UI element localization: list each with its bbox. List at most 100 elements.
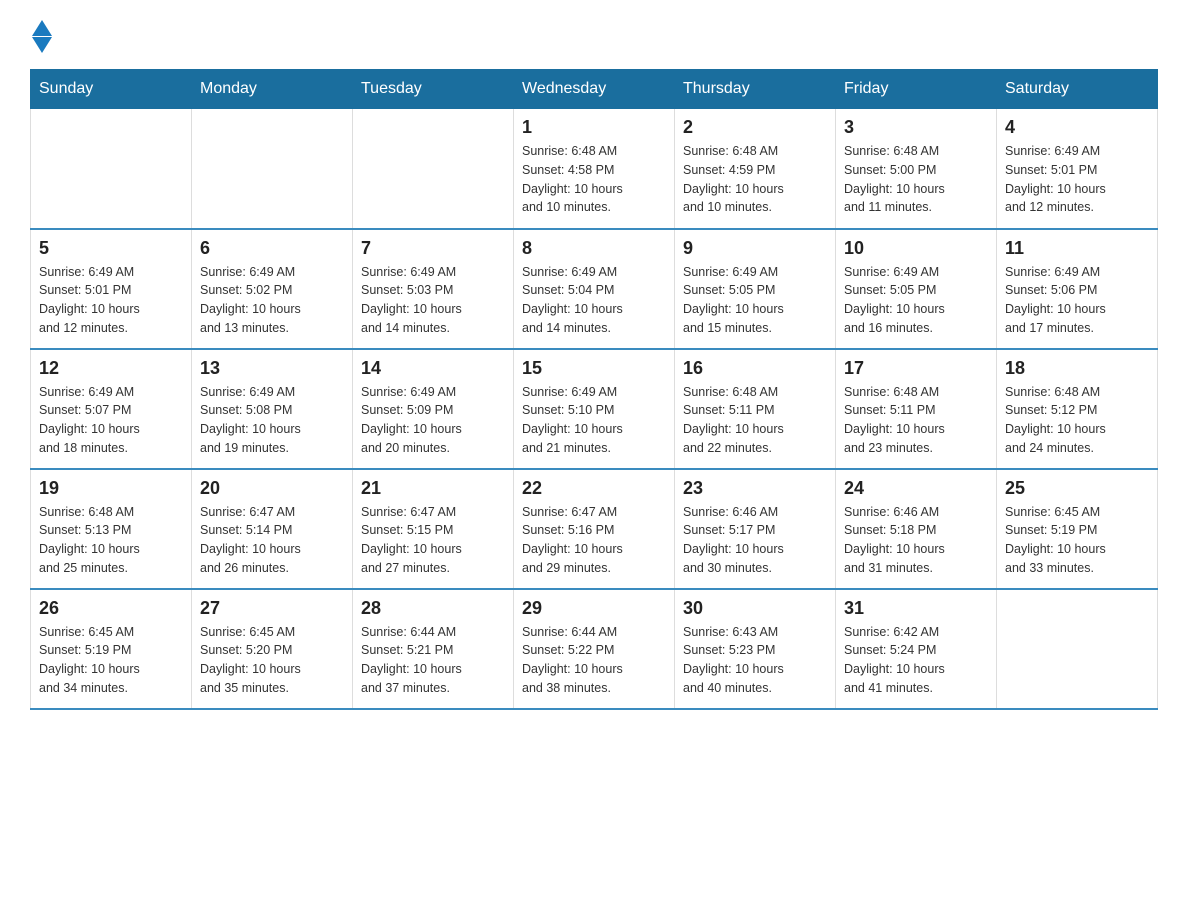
calendar-cell: 2 Sunrise: 6:48 AM Sunset: 4:59 PM Daylig…: [675, 109, 836, 229]
day-number: 13: [200, 358, 344, 379]
calendar-cell: 27 Sunrise: 6:45 AM Sunset: 5:20 PM Dayli…: [192, 589, 353, 709]
day-info: Sunrise: 6:45 AM Sunset: 5:19 PM Dayligh…: [1005, 503, 1149, 578]
day-header-sunday: Sunday: [31, 70, 192, 109]
day-info: Sunrise: 6:49 AM Sunset: 5:07 PM Dayligh…: [39, 383, 183, 458]
calendar-cell: 5 Sunrise: 6:49 AM Sunset: 5:01 PM Daylig…: [31, 229, 192, 349]
day-info: Sunrise: 6:43 AM Sunset: 5:23 PM Dayligh…: [683, 623, 827, 698]
day-number: 6: [200, 238, 344, 259]
logo-triangle-up: [32, 20, 52, 36]
day-number: 17: [844, 358, 988, 379]
day-info: Sunrise: 6:49 AM Sunset: 5:09 PM Dayligh…: [361, 383, 505, 458]
calendar-cell: 29 Sunrise: 6:44 AM Sunset: 5:22 PM Dayli…: [514, 589, 675, 709]
day-number: 29: [522, 598, 666, 619]
calendar-cell: [997, 589, 1158, 709]
day-number: 24: [844, 478, 988, 499]
day-number: 5: [39, 238, 183, 259]
day-number: 20: [200, 478, 344, 499]
calendar-cell: 4 Sunrise: 6:49 AM Sunset: 5:01 PM Daylig…: [997, 109, 1158, 229]
calendar-cell: 18 Sunrise: 6:48 AM Sunset: 5:12 PM Dayli…: [997, 349, 1158, 469]
day-header-friday: Friday: [836, 70, 997, 109]
day-info: Sunrise: 6:47 AM Sunset: 5:14 PM Dayligh…: [200, 503, 344, 578]
calendar-table: SundayMondayTuesdayWednesdayThursdayFrid…: [30, 69, 1158, 710]
day-info: Sunrise: 6:49 AM Sunset: 5:01 PM Dayligh…: [39, 263, 183, 338]
day-header-wednesday: Wednesday: [514, 70, 675, 109]
calendar-cell: 24 Sunrise: 6:46 AM Sunset: 5:18 PM Dayli…: [836, 469, 997, 589]
day-number: 25: [1005, 478, 1149, 499]
calendar-cell: 30 Sunrise: 6:43 AM Sunset: 5:23 PM Dayli…: [675, 589, 836, 709]
calendar-cell: [31, 109, 192, 229]
day-header-saturday: Saturday: [997, 70, 1158, 109]
day-info: Sunrise: 6:48 AM Sunset: 5:11 PM Dayligh…: [844, 383, 988, 458]
calendar-cell: 13 Sunrise: 6:49 AM Sunset: 5:08 PM Dayli…: [192, 349, 353, 469]
day-number: 18: [1005, 358, 1149, 379]
calendar-cell: 19 Sunrise: 6:48 AM Sunset: 5:13 PM Dayli…: [31, 469, 192, 589]
calendar-cell: 31Sunrise: 6:42 AM Sunset: 5:24 PM Dayli…: [836, 589, 997, 709]
day-info: Sunrise: 6:48 AM Sunset: 5:11 PM Dayligh…: [683, 383, 827, 458]
day-info: Sunrise: 6:49 AM Sunset: 5:01 PM Dayligh…: [1005, 142, 1149, 217]
day-number: 12: [39, 358, 183, 379]
day-info: Sunrise: 6:49 AM Sunset: 5:06 PM Dayligh…: [1005, 263, 1149, 338]
calendar-cell: 3Sunrise: 6:48 AM Sunset: 5:00 PM Daylig…: [836, 109, 997, 229]
calendar-week-row: 1 Sunrise: 6:48 AM Sunset: 4:58 PM Daylig…: [31, 109, 1158, 229]
calendar-cell: 20 Sunrise: 6:47 AM Sunset: 5:14 PM Dayli…: [192, 469, 353, 589]
day-info: Sunrise: 6:48 AM Sunset: 4:58 PM Dayligh…: [522, 142, 666, 217]
day-info: Sunrise: 6:49 AM Sunset: 5:08 PM Dayligh…: [200, 383, 344, 458]
day-info: Sunrise: 6:45 AM Sunset: 5:20 PM Dayligh…: [200, 623, 344, 698]
day-number: 9: [683, 238, 827, 259]
logo: [30, 20, 52, 49]
day-info: Sunrise: 6:45 AM Sunset: 5:19 PM Dayligh…: [39, 623, 183, 698]
day-info: Sunrise: 6:44 AM Sunset: 5:21 PM Dayligh…: [361, 623, 505, 698]
calendar-cell: 28Sunrise: 6:44 AM Sunset: 5:21 PM Dayli…: [353, 589, 514, 709]
calendar-cell: 26 Sunrise: 6:45 AM Sunset: 5:19 PM Dayli…: [31, 589, 192, 709]
day-number: 16: [683, 358, 827, 379]
calendar-cell: 17 Sunrise: 6:48 AM Sunset: 5:11 PM Dayli…: [836, 349, 997, 469]
day-info: Sunrise: 6:48 AM Sunset: 5:13 PM Dayligh…: [39, 503, 183, 578]
day-number: 10: [844, 238, 988, 259]
day-info: Sunrise: 6:49 AM Sunset: 5:02 PM Dayligh…: [200, 263, 344, 338]
day-info: Sunrise: 6:49 AM Sunset: 5:03 PM Dayligh…: [361, 263, 505, 338]
calendar-week-row: 12 Sunrise: 6:49 AM Sunset: 5:07 PM Dayli…: [31, 349, 1158, 469]
day-number: 19: [39, 478, 183, 499]
calendar-cell: 21 Sunrise: 6:47 AM Sunset: 5:15 PM Dayli…: [353, 469, 514, 589]
calendar-header-row: SundayMondayTuesdayWednesdayThursdayFrid…: [31, 70, 1158, 109]
day-info: Sunrise: 6:49 AM Sunset: 5:05 PM Dayligh…: [844, 263, 988, 338]
calendar-cell: 11Sunrise: 6:49 AM Sunset: 5:06 PM Dayli…: [997, 229, 1158, 349]
day-number: 14: [361, 358, 505, 379]
day-info: Sunrise: 6:42 AM Sunset: 5:24 PM Dayligh…: [844, 623, 988, 698]
day-number: 26: [39, 598, 183, 619]
day-number: 30: [683, 598, 827, 619]
day-info: Sunrise: 6:48 AM Sunset: 5:12 PM Dayligh…: [1005, 383, 1149, 458]
day-number: 27: [200, 598, 344, 619]
day-info: Sunrise: 6:49 AM Sunset: 5:04 PM Dayligh…: [522, 263, 666, 338]
day-info: Sunrise: 6:48 AM Sunset: 4:59 PM Dayligh…: [683, 142, 827, 217]
calendar-cell: [192, 109, 353, 229]
day-info: Sunrise: 6:46 AM Sunset: 5:18 PM Dayligh…: [844, 503, 988, 578]
day-number: 4: [1005, 117, 1149, 138]
calendar-cell: 1 Sunrise: 6:48 AM Sunset: 4:58 PM Daylig…: [514, 109, 675, 229]
day-number: 3: [844, 117, 988, 138]
day-info: Sunrise: 6:49 AM Sunset: 5:05 PM Dayligh…: [683, 263, 827, 338]
calendar-week-row: 19 Sunrise: 6:48 AM Sunset: 5:13 PM Dayli…: [31, 469, 1158, 589]
calendar-cell: 12 Sunrise: 6:49 AM Sunset: 5:07 PM Dayli…: [31, 349, 192, 469]
day-info: Sunrise: 6:46 AM Sunset: 5:17 PM Dayligh…: [683, 503, 827, 578]
calendar-cell: 6 Sunrise: 6:49 AM Sunset: 5:02 PM Daylig…: [192, 229, 353, 349]
calendar-cell: 23 Sunrise: 6:46 AM Sunset: 5:17 PM Dayli…: [675, 469, 836, 589]
day-header-monday: Monday: [192, 70, 353, 109]
calendar-cell: [353, 109, 514, 229]
calendar-cell: 7 Sunrise: 6:49 AM Sunset: 5:03 PM Daylig…: [353, 229, 514, 349]
day-number: 22: [522, 478, 666, 499]
day-number: 7: [361, 238, 505, 259]
day-number: 1: [522, 117, 666, 138]
day-number: 2: [683, 117, 827, 138]
day-info: Sunrise: 6:47 AM Sunset: 5:16 PM Dayligh…: [522, 503, 666, 578]
day-number: 23: [683, 478, 827, 499]
day-number: 21: [361, 478, 505, 499]
day-info: Sunrise: 6:44 AM Sunset: 5:22 PM Dayligh…: [522, 623, 666, 698]
calendar-cell: 25 Sunrise: 6:45 AM Sunset: 5:19 PM Dayli…: [997, 469, 1158, 589]
day-number: 8: [522, 238, 666, 259]
calendar-cell: 10 Sunrise: 6:49 AM Sunset: 5:05 PM Dayli…: [836, 229, 997, 349]
day-number: 15: [522, 358, 666, 379]
day-info: Sunrise: 6:47 AM Sunset: 5:15 PM Dayligh…: [361, 503, 505, 578]
calendar-cell: 22 Sunrise: 6:47 AM Sunset: 5:16 PM Dayli…: [514, 469, 675, 589]
logo-triangle-down: [32, 37, 52, 53]
